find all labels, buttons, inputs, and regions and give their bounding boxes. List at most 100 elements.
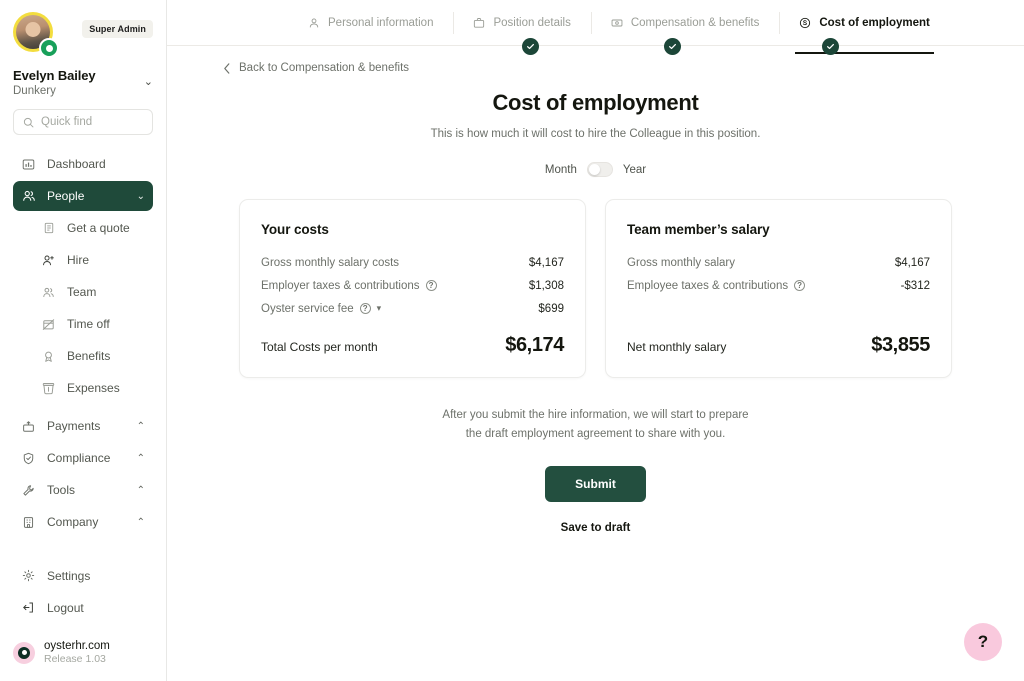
sidebar-item-label: Team: [67, 285, 97, 299]
sidebar-item-hire[interactable]: Hire: [33, 245, 153, 275]
sidebar-item-label: Tools: [47, 483, 76, 497]
sidebar-item-company[interactable]: Company ⌃: [13, 507, 153, 537]
role-badge: Super Admin: [82, 20, 153, 38]
sidebar-item-label: Hire: [67, 253, 90, 267]
sidebar-item-label: Settings: [47, 568, 91, 583]
sidebar-item-dashboard[interactable]: Dashboard: [13, 149, 153, 179]
card-total: Total Costs per month $6,174: [261, 334, 564, 357]
sidebar-item-benefits[interactable]: Benefits: [33, 341, 153, 371]
payments-icon: [21, 419, 36, 434]
sidebar-footer: Settings Logout oysterhr.com Release 1.0…: [0, 561, 166, 681]
chevron-up-icon[interactable]: ⌃: [137, 453, 145, 464]
calendar-off-icon: [41, 317, 56, 332]
sidebar-item-get-a-quote[interactable]: Get a quote: [33, 213, 153, 243]
total-value: $3,855: [871, 334, 930, 356]
sidebar-item-people[interactable]: People ⌄: [13, 181, 153, 211]
cost-row-value: $4,167: [528, 256, 564, 269]
tab-cost-of-employment[interactable]: Cost of employment: [779, 0, 950, 54]
brand-name: oysterhr.com: [44, 639, 110, 652]
oyster-logo-icon: [13, 641, 35, 664]
main-content: Personal information Position details Co…: [167, 0, 1024, 681]
user-name-row[interactable]: Evelyn Bailey Dunkery ⌄: [13, 68, 153, 97]
brand-release: Release 1.03: [44, 653, 106, 666]
help-icon[interactable]: ?: [425, 280, 437, 291]
sidebar-item-team[interactable]: Team: [33, 277, 153, 307]
tab-compensation-benefits[interactable]: Compensation & benefits: [590, 0, 780, 46]
help-button[interactable]: ?: [964, 623, 1002, 661]
sidebar-item-tools[interactable]: Tools ⌃: [13, 475, 153, 505]
page-subtitle: This is how much it will cost to hire th…: [430, 128, 761, 140]
sidebar: Super Admin Evelyn Bailey Dunkery ⌄ Quic…: [0, 0, 167, 681]
period-switch[interactable]: [586, 162, 613, 177]
chevron-left-icon: [224, 62, 230, 74]
submit-button-wrap: Submit: [167, 465, 1024, 502]
help-icon[interactable]: ?: [359, 303, 371, 314]
sidebar-item-payments[interactable]: Payments ⌃: [13, 411, 153, 441]
expenses-icon: [41, 381, 56, 396]
sidebar-item-label: Dashboard: [47, 157, 106, 171]
sidebar-header: Super Admin Evelyn Bailey Dunkery ⌄ Quic…: [0, 0, 166, 135]
sidebar-item-label: People: [47, 189, 85, 203]
card-total: Net monthly salary $3,855: [627, 334, 930, 357]
document-icon: [41, 221, 56, 236]
team-icon: [41, 285, 56, 300]
gear-icon: [21, 568, 36, 583]
cost-row: Gross monthly salary costs $4,167: [261, 251, 564, 274]
save-to-draft-button[interactable]: Save to draft: [167, 522, 1024, 534]
person-icon: [308, 17, 320, 29]
app-root: Super Admin Evelyn Bailey Dunkery ⌄ Quic…: [0, 0, 1024, 681]
cost-row-value: $1,308: [528, 279, 564, 292]
back-link-label: Back to Compensation & benefits: [239, 62, 410, 74]
cost-row: Oyster service fee ? ▾ $699: [261, 297, 564, 320]
your-costs-card: Your costs Gross monthly salary costs $4…: [239, 199, 586, 378]
chevron-down-icon[interactable]: ⌄: [137, 191, 145, 202]
sidebar-item-expenses[interactable]: Expenses: [33, 373, 153, 403]
sidebar-item-logout[interactable]: Logout: [13, 593, 153, 623]
money-icon: [611, 17, 623, 29]
chevron-down-icon[interactable]: ⌄: [144, 77, 153, 88]
dollar-circle-icon: [799, 17, 811, 29]
tab-position-details[interactable]: Position details: [453, 0, 590, 46]
chevron-down-icon[interactable]: ▾: [377, 303, 382, 314]
search-input[interactable]: Quick find: [13, 109, 153, 135]
avatar[interactable]: [13, 12, 59, 58]
salary-row-label: Employee taxes & contributions: [627, 279, 789, 292]
toggle-label-month[interactable]: Month: [545, 164, 577, 176]
salary-row-value: -$312: [900, 279, 930, 292]
toggle-label-year[interactable]: Year: [623, 164, 646, 176]
sidebar-nav: Dashboard People ⌄ Get a quote Hire Team…: [0, 149, 166, 561]
user-org: Dunkery: [13, 85, 56, 97]
tab-label: Position details: [493, 16, 571, 29]
submit-note: After you submit the hire information, w…: [167, 406, 1024, 444]
sidebar-item-label: Benefits: [67, 349, 111, 363]
row-spacer: [627, 297, 930, 320]
tab-label: Compensation & benefits: [630, 16, 760, 29]
sidebar-item-label: Compliance: [47, 451, 111, 465]
benefits-icon: [41, 349, 56, 364]
submit-note-line2: the draft employment agreement to share …: [465, 427, 726, 440]
sidebar-item-compliance[interactable]: Compliance ⌃: [13, 443, 153, 473]
briefcase-icon: [473, 17, 485, 29]
online-badge-icon: [39, 38, 59, 58]
card-title: Team member’s salary: [627, 222, 770, 237]
person-add-icon: [41, 253, 56, 268]
total-label: Net monthly salary: [627, 340, 727, 354]
submit-button[interactable]: Submit: [545, 465, 646, 502]
salary-row-value: $4,167: [894, 256, 930, 269]
people-submenu: Get a quote Hire Team Time off Benefits …: [13, 213, 153, 403]
sidebar-item-settings[interactable]: Settings: [13, 561, 153, 591]
salary-row: Employee taxes & contributions ? -$312: [627, 274, 930, 297]
brand-footer[interactable]: oysterhr.com Release 1.03: [13, 639, 153, 667]
tab-personal-information[interactable]: Personal information: [288, 0, 453, 46]
total-label: Total Costs per month: [261, 340, 378, 354]
sidebar-item-label: Expenses: [67, 381, 120, 395]
help-icon[interactable]: ?: [794, 280, 806, 291]
chevron-up-icon[interactable]: ⌃: [137, 517, 145, 528]
page-body: Back to Compensation & benefits Cost of …: [167, 46, 1024, 534]
sidebar-item-time-off[interactable]: Time off: [33, 309, 153, 339]
chevron-up-icon[interactable]: ⌃: [137, 485, 145, 496]
tab-label: Personal information: [328, 16, 434, 29]
chevron-up-icon[interactable]: ⌃: [137, 421, 145, 432]
back-link[interactable]: Back to Compensation & benefits: [167, 62, 1024, 74]
cost-cards: Your costs Gross monthly salary costs $4…: [167, 199, 1024, 378]
